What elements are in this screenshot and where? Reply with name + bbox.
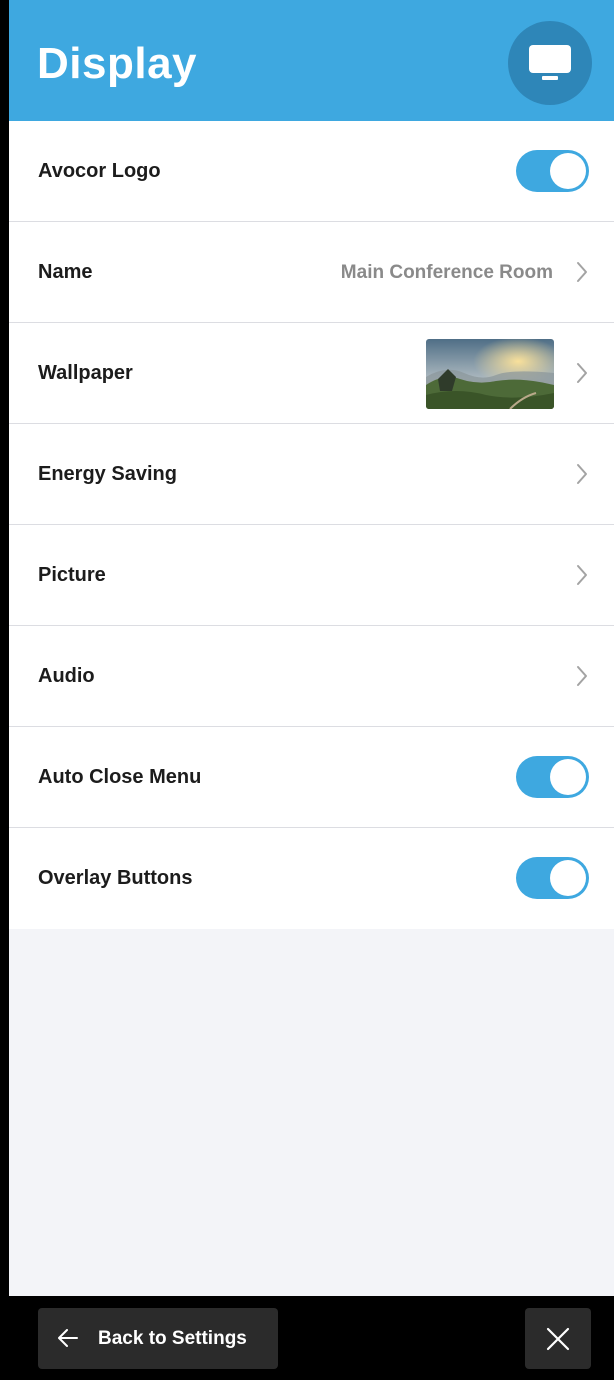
auto-close-menu-toggle[interactable]	[516, 756, 589, 798]
chevron-right-icon	[577, 666, 587, 686]
chevron-right-icon	[577, 464, 587, 484]
row-label: Auto Close Menu	[38, 766, 202, 788]
chevron-right-icon	[577, 262, 587, 282]
page-title: Display	[37, 39, 198, 88]
row-auto-close-menu: Auto Close Menu	[9, 727, 614, 828]
row-label: Overlay Buttons	[38, 867, 193, 889]
chevron-right-icon	[577, 565, 587, 585]
row-audio[interactable]: Audio	[9, 626, 614, 727]
row-label: Picture	[38, 564, 106, 586]
arrow-left-icon	[58, 1329, 78, 1347]
header: Display	[9, 0, 614, 121]
avocor-logo-toggle[interactable]	[516, 150, 589, 192]
row-label: Wallpaper	[38, 362, 133, 384]
overlay-buttons-toggle[interactable]	[516, 857, 589, 899]
row-label: Audio	[38, 665, 95, 687]
footer-bar: Back to Settings	[0, 1296, 614, 1380]
row-picture[interactable]: Picture	[9, 525, 614, 626]
display-panel: Display Avocor Logo Name Main Conference…	[9, 0, 614, 1296]
row-overlay-buttons: Overlay Buttons	[9, 828, 614, 929]
row-energy-saving[interactable]: Energy Saving	[9, 424, 614, 525]
close-icon	[546, 1327, 570, 1351]
settings-list: Avocor Logo Name Main Conference Room Wa…	[9, 121, 614, 929]
row-label: Energy Saving	[38, 463, 177, 485]
display-button[interactable]	[508, 21, 592, 105]
back-button-label: Back to Settings	[98, 1328, 247, 1349]
back-to-settings-button[interactable]: Back to Settings	[38, 1308, 278, 1369]
wallpaper-thumbnail	[426, 339, 554, 409]
row-name[interactable]: Name Main Conference Room	[9, 222, 614, 323]
name-value: Main Conference Room	[340, 262, 553, 283]
row-label: Avocor Logo	[38, 160, 161, 182]
toggle-knob	[550, 759, 586, 795]
row-label: Name	[38, 261, 93, 283]
row-avocor-logo: Avocor Logo	[9, 121, 614, 222]
chevron-right-icon	[577, 363, 587, 383]
toggle-knob	[550, 860, 586, 896]
monitor-icon	[529, 45, 571, 80]
toggle-knob	[550, 153, 586, 189]
row-wallpaper[interactable]: Wallpaper	[9, 323, 614, 424]
close-button[interactable]	[525, 1308, 591, 1369]
